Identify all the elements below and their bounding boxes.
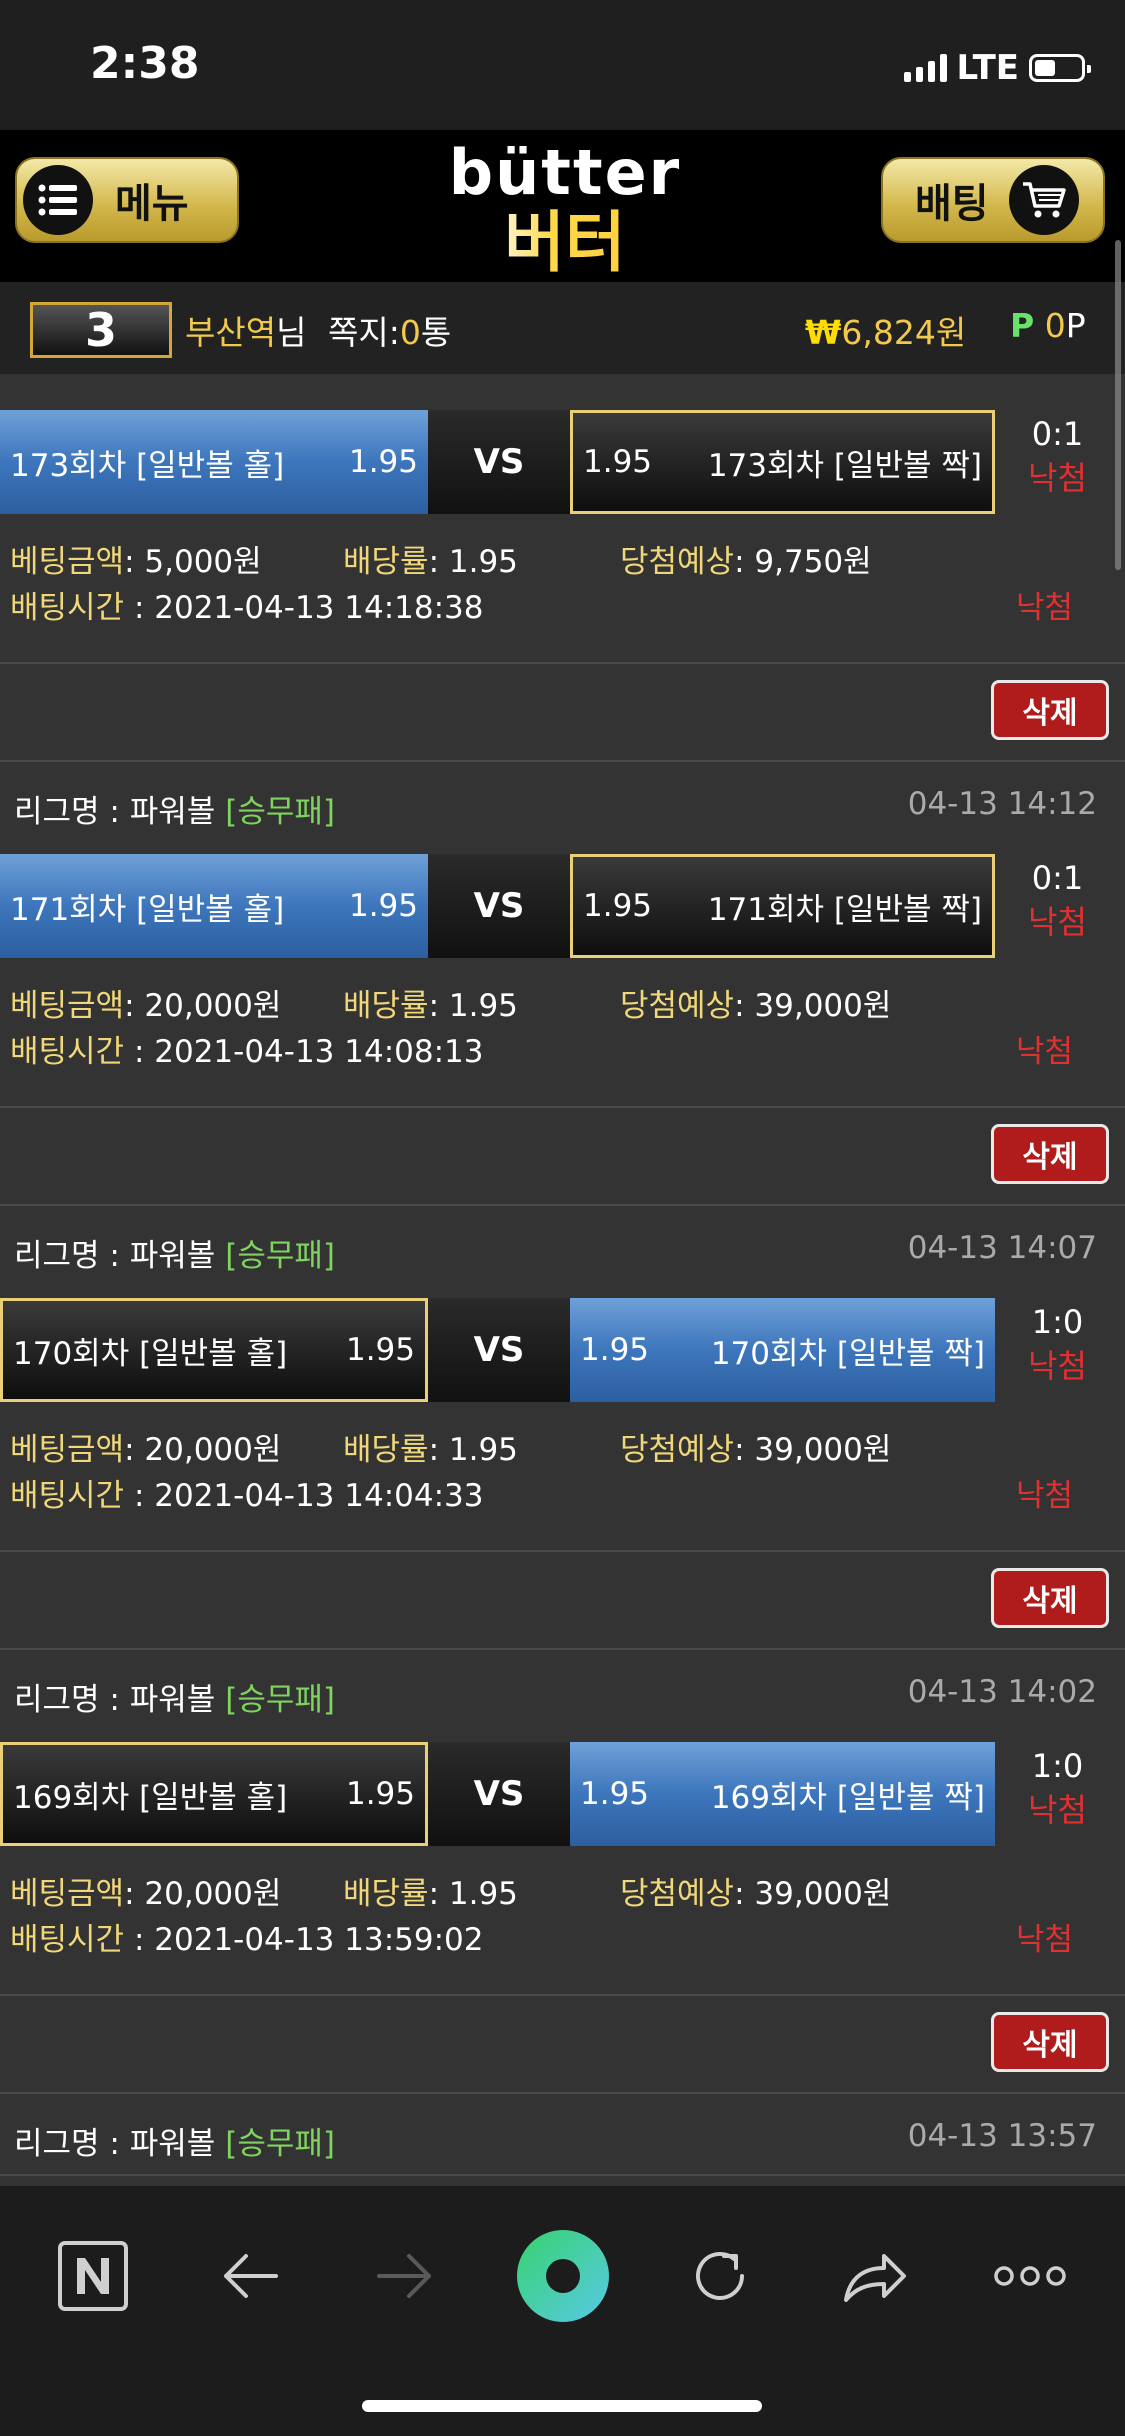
- points: P 0P: [1010, 306, 1086, 345]
- league-datetime: 04-13 13:57: [907, 2118, 1097, 2154]
- bet-odds: 배당률: 1.95: [343, 1876, 518, 1912]
- delete-button[interactable]: 삭제: [991, 2012, 1109, 2072]
- expected-win: 당첨예상: 39,000원: [620, 988, 892, 1024]
- expected-win: 당첨예상: 9,750원: [620, 544, 872, 580]
- match-row: 171회차 [일반볼 홀] 1.95 VS 1.95 171회차 [일반볼 짝] 0…: [0, 854, 1125, 958]
- scroll-indicator[interactable]: [1115, 240, 1121, 570]
- match-result: 0:1 낙첨: [1028, 415, 1087, 497]
- bet-details: 베팅금액: 20,000원 배당률: 1.95 당첨예상: 39,000원 배팅…: [0, 958, 1125, 1108]
- away-team-option[interactable]: 1.95 171회차 [일반볼 짝]: [570, 854, 995, 958]
- vs-label: VS: [428, 1742, 570, 1846]
- home-team-option[interactable]: 170회차 [일반볼 홀] 1.95: [0, 1298, 428, 1402]
- league-datetime: 04-13 14:07: [907, 1230, 1097, 1266]
- signal-icon: [903, 54, 947, 82]
- match-row: 170회차 [일반볼 홀] 1.95 VS 1.95 170회차 [일반볼 짝] 1…: [0, 1298, 1125, 1402]
- home-circle-icon[interactable]: [515, 2216, 611, 2336]
- status-bar: 2:38 LTE: [0, 0, 1125, 130]
- status-time: 2:38: [90, 38, 200, 89]
- message-count[interactable]: 쪽지:0통: [328, 306, 451, 354]
- bet-time: 배팅시간 : 2021-04-13 14:08:13: [10, 1034, 484, 1070]
- forward-arrow-icon: [360, 2216, 450, 2336]
- browser-toolbar: [0, 2186, 1125, 2436]
- match-result: 1:0 낙첨: [1028, 1303, 1087, 1385]
- bet-details: 베팅금액: 20,000원 배당률: 1.95 당첨예상: 39,000원 배팅…: [0, 1846, 1125, 1996]
- away-team-option[interactable]: 1.95 170회차 [일반볼 짝]: [570, 1298, 995, 1402]
- vs-label: VS: [428, 854, 570, 958]
- delete-row: 삭제: [0, 1552, 1125, 1648]
- site-header: 메뉴 bütter 버터 배팅: [0, 130, 1125, 282]
- level-badge: 3: [30, 302, 172, 358]
- bet-amount: 베팅금액: 20,000원: [10, 1432, 282, 1468]
- share-icon[interactable]: [830, 2216, 920, 2336]
- expected-win: 당첨예상: 39,000원: [620, 1876, 892, 1912]
- vs-label: VS: [428, 1298, 570, 1402]
- menu-icon: [23, 165, 93, 235]
- home-team-option[interactable]: 169회차 [일반볼 홀] 1.95: [0, 1742, 428, 1846]
- league-header: 리그명 : 파워볼 [승무패] 04-13 14:12: [0, 760, 1125, 844]
- more-icon[interactable]: [985, 2216, 1075, 2336]
- bet-time: 배팅시간 : 2021-04-13 14:04:33: [10, 1478, 484, 1514]
- bet-amount: 베팅금액: 5,000원: [10, 544, 262, 580]
- match-row: 169회차 [일반볼 홀] 1.95 VS 1.95 169회차 [일반볼 짝] 1…: [0, 1742, 1125, 1846]
- bet-amount: 베팅금액: 20,000원: [10, 988, 282, 1024]
- delete-row: 삭제: [0, 1108, 1125, 1204]
- bet-status: 낙첨: [1015, 1922, 1073, 1958]
- won-icon: ₩: [805, 313, 842, 352]
- expected-win: 당첨예상: 39,000원: [620, 1432, 892, 1468]
- refresh-icon[interactable]: [675, 2216, 765, 2336]
- league-datetime: 04-13 14:02: [907, 1674, 1097, 1710]
- away-team-option[interactable]: 1.95 169회차 [일반볼 짝]: [570, 1742, 995, 1846]
- bet-status: 낙첨: [1015, 1478, 1073, 1514]
- bet-odds: 배당률: 1.95: [343, 1432, 518, 1468]
- league-header: 리그명 : 파워볼 [승무패] 04-13 13:57: [0, 2092, 1125, 2176]
- bet-amount: 베팅금액: 20,000원: [10, 1876, 282, 1912]
- point-icon: P: [1010, 306, 1035, 345]
- delete-button[interactable]: 삭제: [991, 1568, 1109, 1628]
- menu-button[interactable]: 메뉴: [15, 157, 239, 243]
- bet-details: 베팅금액: 5,000원 배당률: 1.95 당첨예상: 9,750원 배팅시간…: [0, 514, 1125, 664]
- back-arrow-icon[interactable]: [205, 2216, 295, 2336]
- delete-row: 삭제: [0, 664, 1125, 760]
- bet-label: 배팅: [915, 181, 989, 227]
- battery-icon: [1029, 54, 1091, 82]
- logo-korean: 버터: [430, 208, 700, 278]
- site-logo[interactable]: bütter 버터: [430, 138, 700, 278]
- balance: ₩6,824원: [805, 313, 967, 352]
- logo-english: bütter: [448, 136, 682, 209]
- user-name[interactable]: 부산역님: [185, 306, 306, 354]
- delete-row: 삭제: [0, 1996, 1125, 2092]
- bet-status: 낙첨: [1015, 1034, 1073, 1070]
- betting-cart-button[interactable]: 배팅: [881, 157, 1105, 243]
- league-header: 리그명 : 파워볼 [승무패] 04-13 14:02: [0, 1648, 1125, 1732]
- league-header: 리그명 : 파워볼 [승무패] 04-13 14:07: [0, 1204, 1125, 1288]
- away-team-option[interactable]: 1.95 173회차 [일반볼 짝]: [570, 410, 995, 514]
- delete-button[interactable]: 삭제: [991, 680, 1109, 740]
- match-row: 173회차 [일반볼 홀] 1.95 VS 1.95 173회차 [일반볼 짝] 0…: [0, 410, 1125, 514]
- bet-status: 낙첨: [1015, 590, 1073, 626]
- match-result: 0:1 낙첨: [1028, 859, 1087, 941]
- bet-odds: 배당률: 1.95: [343, 988, 518, 1024]
- vs-label: VS: [428, 410, 570, 514]
- network-label: LTE: [956, 48, 1019, 88]
- league-datetime: 04-13 14:12: [907, 786, 1097, 822]
- match-result: 1:0 낙첨: [1028, 1747, 1087, 1829]
- menu-label: 메뉴: [115, 181, 189, 227]
- bet-time: 배팅시간 : 2021-04-13 14:18:38: [10, 590, 484, 626]
- bet-odds: 배당률: 1.95: [343, 544, 518, 580]
- home-team-option[interactable]: 171회차 [일반볼 홀] 1.95: [0, 854, 428, 958]
- cart-icon: [1008, 165, 1079, 235]
- status-indicators: LTE: [903, 48, 1091, 88]
- user-info-bar: 3 부산역님 쪽지:0통 ₩6,824원 P 0P: [0, 282, 1125, 374]
- home-indicator[interactable]: [362, 2400, 762, 2412]
- bet-details: 베팅금액: 20,000원 배당률: 1.95 당첨예상: 39,000원 배팅…: [0, 1402, 1125, 1552]
- bet-time: 배팅시간 : 2021-04-13 13:59:02: [10, 1922, 484, 1958]
- delete-button[interactable]: 삭제: [991, 1124, 1109, 1184]
- naver-n-icon[interactable]: [48, 2216, 138, 2336]
- home-team-option[interactable]: 173회차 [일반볼 홀] 1.95: [0, 410, 428, 514]
